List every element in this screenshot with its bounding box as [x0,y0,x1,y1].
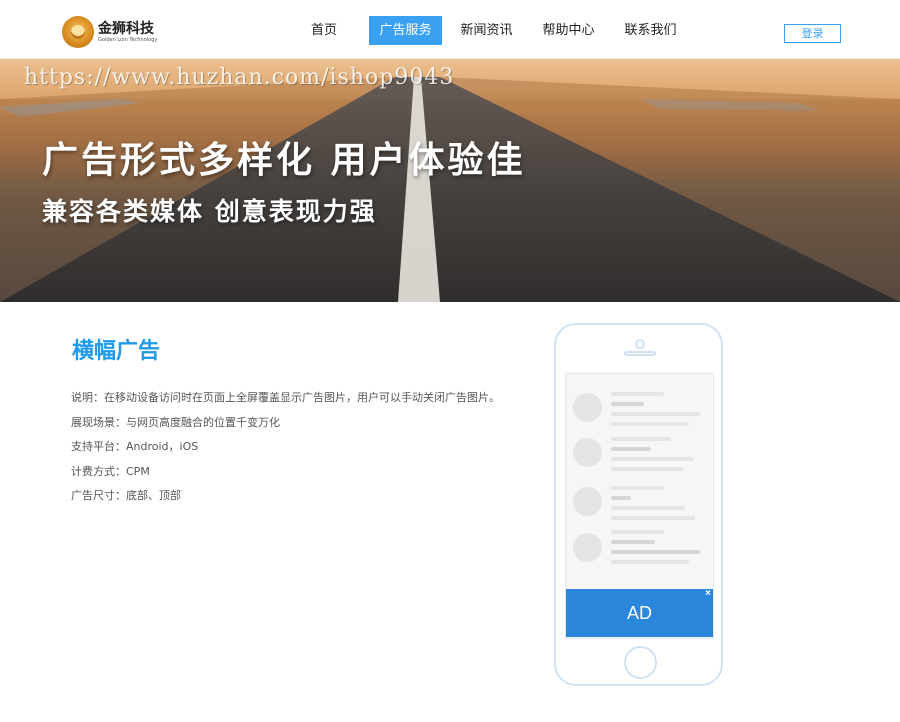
info-value: CPM [126,464,150,478]
ad-info-list: 说明：在移动设备访问时在页面上全屏覆盖显示广告图片，用户可以手动关闭广告图片。 … [71,390,541,513]
info-row-scenario: 展现场景：与网页高度融合的位置千变万化 [71,415,541,440]
text-placeholder [611,437,671,441]
ad-label: AD [626,603,652,623]
lion-logo-icon [62,16,94,48]
phone-mockup: AD × [554,323,723,686]
text-placeholder [611,412,700,416]
banner-subline: 兼容各类媒体 创意表现力强 [42,197,377,226]
text-placeholder [611,506,685,510]
banner-headline: 广告形式多样化 用户体验佳 [42,140,526,181]
info-label: 展现场景： [71,415,126,429]
text-placeholder [611,496,631,500]
close-icon[interactable]: × [705,589,711,599]
banner-watermark: https://www.huzhan.com/ishop9043 [24,65,455,90]
text-placeholder [611,422,689,426]
text-placeholder [611,457,694,461]
nav-contact-us[interactable]: 联系我们 [623,16,678,45]
info-value: 在移动设备访问时在页面上全屏覆盖显示广告图片，用户可以手动关闭广告图片。 [104,391,500,404]
info-value: 与网页高度融合的位置千变万化 [126,415,280,429]
phone-camera-icon [635,339,645,349]
info-label: 说明： [71,391,104,404]
text-placeholder [611,550,700,554]
nav-home[interactable]: 首页 [309,16,339,45]
info-value: Android，iOS [126,440,199,453]
logo[interactable]: 金狮科技 Golden Lion Technology [62,15,157,49]
feed-item [566,385,713,435]
logo-name: 金狮科技 [98,20,154,37]
feed-item [566,430,713,480]
avatar-placeholder [573,393,602,422]
info-row-description: 说明：在移动设备访问时在页面上全屏覆盖显示广告图片，用户可以手动关闭广告图片。 [71,390,541,415]
avatar-placeholder [573,533,602,562]
info-row-billing: 计费方式：CPM [71,464,541,489]
text-placeholder [611,516,695,520]
login-button[interactable]: 登录 [784,24,841,43]
feed-item [566,525,713,575]
nav-ad-services[interactable]: 广告服务 [369,16,442,45]
phone-screen: AD × [565,373,714,639]
text-placeholder [611,467,683,471]
site-header: 金狮科技 Golden Lion Technology 首页 广告服务 新闻资讯… [0,0,900,59]
hero-banner: https://www.huzhan.com/ishop9043 广告形式多样化… [0,59,900,302]
feed-item [566,479,713,529]
phone-home-button [624,646,657,679]
info-label: 广告尺寸： [71,489,126,502]
text-placeholder [611,486,664,490]
text-placeholder [611,540,655,544]
avatar-placeholder [573,438,602,467]
text-placeholder [611,392,664,396]
info-label: 支持平台： [71,440,126,453]
info-row-platform: 支持平台：Android，iOS [71,439,541,464]
logo-text: 金狮科技 Golden Lion Technology [98,21,157,44]
text-placeholder [611,530,664,534]
nav-news[interactable]: 新闻资讯 [459,16,514,45]
text-placeholder [611,560,689,564]
text-placeholder [611,402,644,406]
avatar-placeholder [573,487,602,516]
logo-tagline: Golden Lion Technology [98,36,158,43]
info-value: 底部、顶部 [126,489,181,502]
info-row-size: 广告尺寸：底部、顶部 [71,488,541,513]
info-label: 计费方式： [71,464,126,478]
ad-banner[interactable]: AD × [566,589,713,637]
section-title: 横幅广告 [72,339,161,364]
phone-speaker-icon [624,351,656,356]
nav-help-center[interactable]: 帮助中心 [541,16,596,45]
text-placeholder [611,447,651,451]
